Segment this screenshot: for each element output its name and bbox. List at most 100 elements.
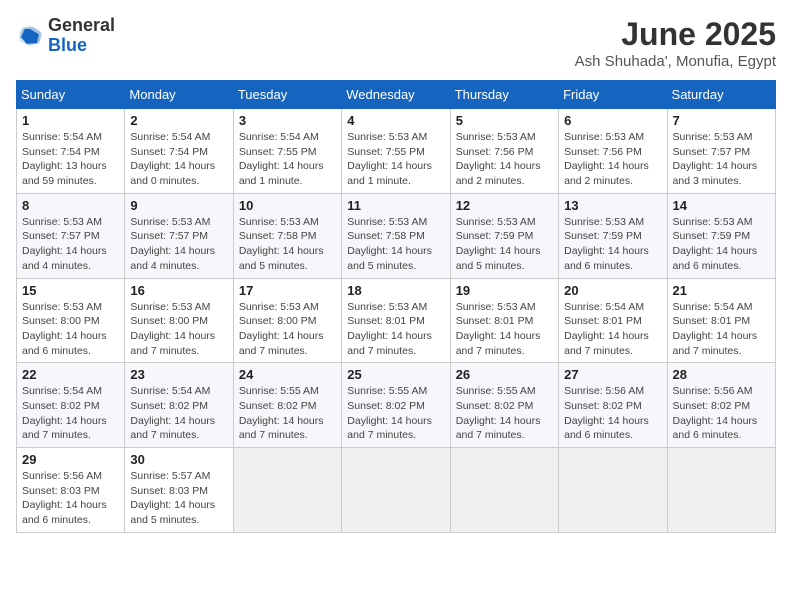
day-number: 24	[239, 367, 336, 382]
calendar-title: June 2025	[575, 16, 776, 53]
table-row: 29 Sunrise: 5:56 AMSunset: 8:03 PMDayligh…	[17, 448, 125, 533]
table-row: 14 Sunrise: 5:53 AMSunset: 7:59 PMDayligh…	[667, 193, 775, 278]
day-info: Sunrise: 5:53 AMSunset: 7:57 PMDaylight:…	[673, 130, 770, 189]
day-number: 17	[239, 283, 336, 298]
header-thursday: Thursday	[450, 81, 558, 109]
table-row: 3Sunrise: 5:54 AMSunset: 7:55 PMDaylight…	[233, 109, 341, 194]
day-info: Sunrise: 5:56 AMSunset: 8:02 PMDaylight:…	[564, 384, 661, 443]
table-row: 20 Sunrise: 5:54 AMSunset: 8:01 PMDayligh…	[559, 278, 667, 363]
table-row: 8 Sunrise: 5:53 AMSunset: 7:57 PMDaylight…	[17, 193, 125, 278]
header-tuesday: Tuesday	[233, 81, 341, 109]
calendar-week-row: 22Sunrise: 5:54 AMSunset: 8:02 PMDayligh…	[17, 363, 776, 448]
table-row: 22Sunrise: 5:54 AMSunset: 8:02 PMDayligh…	[17, 363, 125, 448]
day-info: Sunrise: 5:54 AMSunset: 8:01 PMDaylight:…	[673, 300, 770, 359]
day-number: 10	[239, 198, 336, 213]
logo-icon	[16, 22, 44, 50]
day-info: Sunrise: 5:53 AMSunset: 7:57 PMDaylight:…	[22, 215, 119, 274]
day-number: 27	[564, 367, 661, 382]
day-info: Sunrise: 5:53 AMSunset: 7:59 PMDaylight:…	[564, 215, 661, 274]
table-row: 7 Sunrise: 5:53 AMSunset: 7:57 PMDaylight…	[667, 109, 775, 194]
table-row: 15 Sunrise: 5:53 AMSunset: 8:00 PMDayligh…	[17, 278, 125, 363]
day-info: Sunrise: 5:53 AMSunset: 7:59 PMDaylight:…	[673, 215, 770, 274]
table-row: 23 Sunrise: 5:54 AMSunset: 8:02 PMDayligh…	[125, 363, 233, 448]
day-info: Sunrise: 5:53 AMSunset: 7:57 PMDaylight:…	[130, 215, 227, 274]
day-info: Sunrise: 5:53 AMSunset: 8:00 PMDaylight:…	[22, 300, 119, 359]
calendar-table: Sunday Monday Tuesday Wednesday Thursday…	[16, 80, 776, 533]
day-number: 9	[130, 198, 227, 213]
day-number: 12	[456, 198, 553, 213]
day-number: 5	[456, 113, 553, 128]
day-number: 18	[347, 283, 444, 298]
day-number: 6	[564, 113, 661, 128]
table-row: 1Sunrise: 5:54 AMSunset: 7:54 PMDaylight…	[17, 109, 125, 194]
day-info: Sunrise: 5:56 AMSunset: 8:03 PMDaylight:…	[22, 469, 119, 528]
day-info: Sunrise: 5:54 AMSunset: 8:01 PMDaylight:…	[564, 300, 661, 359]
day-number: 30	[130, 452, 227, 467]
table-row: 11 Sunrise: 5:53 AMSunset: 7:58 PMDayligh…	[342, 193, 450, 278]
calendar-week-row: 29 Sunrise: 5:56 AMSunset: 8:03 PMDayligh…	[17, 448, 776, 533]
day-number: 14	[673, 198, 770, 213]
day-info: Sunrise: 5:53 AMSunset: 8:00 PMDaylight:…	[239, 300, 336, 359]
day-number: 19	[456, 283, 553, 298]
day-info: Sunrise: 5:54 AMSunset: 7:54 PMDaylight:…	[22, 130, 119, 189]
table-row: 18 Sunrise: 5:53 AMSunset: 8:01 PMDayligh…	[342, 278, 450, 363]
day-number: 15	[22, 283, 119, 298]
day-info: Sunrise: 5:53 AMSunset: 8:01 PMDaylight:…	[347, 300, 444, 359]
table-row: 4 Sunrise: 5:53 AMSunset: 7:55 PMDaylight…	[342, 109, 450, 194]
day-number: 29	[22, 452, 119, 467]
logo-text: General Blue	[48, 16, 115, 56]
table-row: 25Sunrise: 5:55 AMSunset: 8:02 PMDayligh…	[342, 363, 450, 448]
title-block: June 2025 Ash Shuhada', Monufia, Egypt	[575, 16, 776, 70]
day-number: 7	[673, 113, 770, 128]
day-number: 8	[22, 198, 119, 213]
table-row	[233, 448, 341, 533]
day-number: 21	[673, 283, 770, 298]
day-number: 16	[130, 283, 227, 298]
table-row	[559, 448, 667, 533]
table-row	[667, 448, 775, 533]
day-number: 13	[564, 198, 661, 213]
table-row: 16 Sunrise: 5:53 AMSunset: 8:00 PMDayligh…	[125, 278, 233, 363]
calendar-subtitle: Ash Shuhada', Monufia, Egypt	[575, 53, 776, 70]
logo-blue: Blue	[48, 36, 115, 56]
day-number: 20	[564, 283, 661, 298]
day-info: Sunrise: 5:53 AMSunset: 8:00 PMDaylight:…	[130, 300, 227, 359]
day-info: Sunrise: 5:57 AMSunset: 8:03 PMDaylight:…	[130, 469, 227, 528]
header-wednesday: Wednesday	[342, 81, 450, 109]
page-header: General Blue June 2025 Ash Shuhada', Mon…	[16, 16, 776, 70]
day-info: Sunrise: 5:53 AMSunset: 7:58 PMDaylight:…	[347, 215, 444, 274]
table-row: 9 Sunrise: 5:53 AMSunset: 7:57 PMDaylight…	[125, 193, 233, 278]
table-row: 12 Sunrise: 5:53 AMSunset: 7:59 PMDayligh…	[450, 193, 558, 278]
table-row	[450, 448, 558, 533]
header-friday: Friday	[559, 81, 667, 109]
day-info: Sunrise: 5:53 AMSunset: 7:56 PMDaylight:…	[564, 130, 661, 189]
header-monday: Monday	[125, 81, 233, 109]
header-sunday: Sunday	[17, 81, 125, 109]
day-info: Sunrise: 5:53 AMSunset: 7:55 PMDaylight:…	[347, 130, 444, 189]
table-row: 17 Sunrise: 5:53 AMSunset: 8:00 PMDayligh…	[233, 278, 341, 363]
day-info: Sunrise: 5:54 AMSunset: 8:02 PMDaylight:…	[130, 384, 227, 443]
logo-general: General	[48, 16, 115, 36]
table-row: 21 Sunrise: 5:54 AMSunset: 8:01 PMDayligh…	[667, 278, 775, 363]
table-row	[342, 448, 450, 533]
day-number: 26	[456, 367, 553, 382]
table-row: 27 Sunrise: 5:56 AMSunset: 8:02 PMDayligh…	[559, 363, 667, 448]
day-info: Sunrise: 5:55 AMSunset: 8:02 PMDaylight:…	[456, 384, 553, 443]
table-row: 6 Sunrise: 5:53 AMSunset: 7:56 PMDaylight…	[559, 109, 667, 194]
day-info: Sunrise: 5:53 AMSunset: 7:59 PMDaylight:…	[456, 215, 553, 274]
day-number: 28	[673, 367, 770, 382]
table-row: 10Sunrise: 5:53 AMSunset: 7:58 PMDayligh…	[233, 193, 341, 278]
day-number: 2	[130, 113, 227, 128]
table-row: 13 Sunrise: 5:53 AMSunset: 7:59 PMDayligh…	[559, 193, 667, 278]
table-row: 24 Sunrise: 5:55 AMSunset: 8:02 PMDayligh…	[233, 363, 341, 448]
table-row: 19Sunrise: 5:53 AMSunset: 8:01 PMDayligh…	[450, 278, 558, 363]
day-number: 25	[347, 367, 444, 382]
day-number: 11	[347, 198, 444, 213]
day-number: 23	[130, 367, 227, 382]
day-info: Sunrise: 5:56 AMSunset: 8:02 PMDaylight:…	[673, 384, 770, 443]
day-number: 4	[347, 113, 444, 128]
day-number: 3	[239, 113, 336, 128]
calendar-week-row: 1Sunrise: 5:54 AMSunset: 7:54 PMDaylight…	[17, 109, 776, 194]
day-info: Sunrise: 5:55 AMSunset: 8:02 PMDaylight:…	[239, 384, 336, 443]
table-row: 2Sunrise: 5:54 AMSunset: 7:54 PMDaylight…	[125, 109, 233, 194]
